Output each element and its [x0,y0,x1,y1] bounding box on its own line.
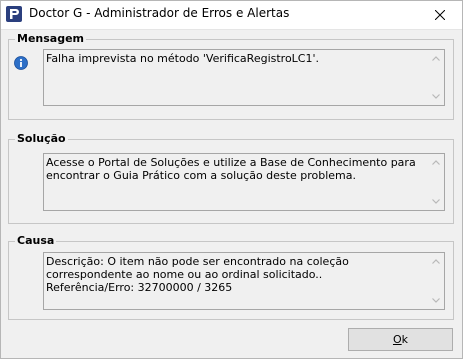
close-button[interactable] [417,0,463,29]
ok-button-label: Ok [393,333,408,346]
solucao-textbox[interactable]: Acesse o Portal de Soluções e utilize a … [43,153,445,211]
ok-button[interactable]: Ok [348,328,453,351]
mensagem-label: Mensagem [15,32,87,45]
mensagem-textbox[interactable]: Falha imprevista no método 'VerificaRegi… [43,49,445,106]
window-title: Doctor G - Administrador de Erros e Aler… [29,6,290,20]
chevron-down-icon [431,94,440,99]
chevron-down-icon [431,298,440,303]
title-bar: Doctor G - Administrador de Erros e Aler… [0,0,463,30]
ok-label-rest: k [401,333,409,346]
causa-textbox[interactable]: Descrição: O item não pode ser encontrad… [43,252,445,310]
close-icon [435,9,445,20]
scroll-up-button[interactable] [427,154,444,171]
solucao-scrollbar[interactable] [427,154,444,210]
mensagem-scrollbar[interactable] [427,50,444,105]
info-icon [14,56,28,70]
chevron-up-icon [431,56,440,61]
causa-text: Descrição: O item não pode ser encontrad… [46,255,349,294]
scroll-down-button[interactable] [427,88,444,105]
chevron-up-icon [431,259,440,264]
scroll-up-button[interactable] [427,253,444,270]
solucao-text: Acesse o Portal de Soluções e utilize a … [46,156,416,182]
mensagem-text: Falha imprevista no método 'VerificaRegi… [46,52,320,65]
scroll-up-button[interactable] [427,50,444,67]
causa-scrollbar[interactable] [427,253,444,309]
scroll-down-button[interactable] [427,193,444,210]
chevron-up-icon [431,160,440,165]
chevron-down-icon [431,199,440,204]
solucao-label: Solução [15,132,68,145]
ok-mnemonic: O [392,333,402,346]
causa-label: Causa [15,234,57,247]
scroll-down-button[interactable] [427,292,444,309]
doctor-g-logo-icon [6,6,22,22]
